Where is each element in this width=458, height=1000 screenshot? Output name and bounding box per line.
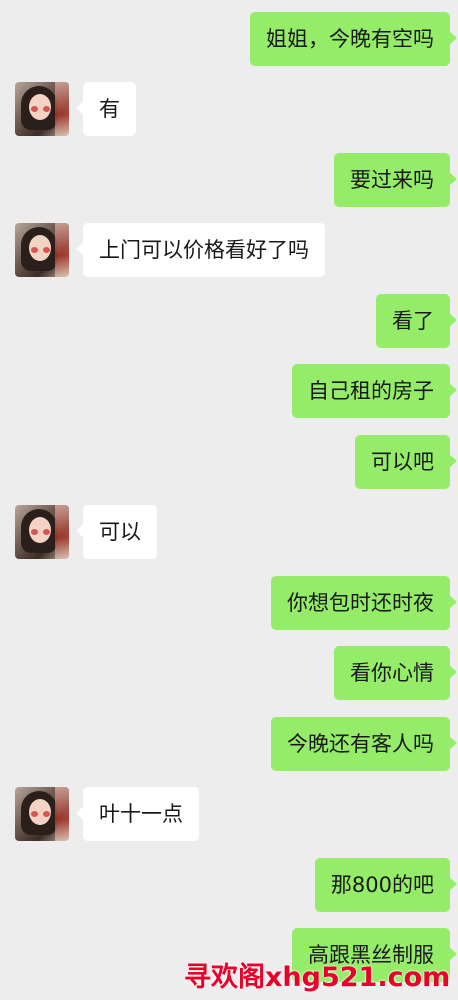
contact-avatar[interactable]: [15, 82, 69, 136]
message-bubble-sent[interactable]: 那800的吧: [314, 858, 458, 912]
message-bubble-sent[interactable]: 姐姐，今晚有空吗: [250, 12, 457, 66]
contact-avatar[interactable]: [15, 505, 69, 559]
message-bubble-sent[interactable]: 看你心情: [334, 646, 457, 700]
message-bubble-sent[interactable]: 要过来吗: [334, 153, 457, 207]
message-bubble-received[interactable]: 叶十一点: [76, 787, 199, 841]
message-bubble-received[interactable]: 可以: [76, 505, 157, 559]
message-bubble-received[interactable]: 有: [76, 82, 136, 136]
chat-area[interactable]: 姐姐，今晚有空吗 有 要过来吗 上门可以价格看好了吗 看了 自己租的房子 可以吧…: [0, 0, 458, 1000]
message-bubble-sent[interactable]: 自己租的房子: [292, 364, 457, 418]
contact-avatar[interactable]: [15, 787, 69, 841]
message-bubble-sent[interactable]: 可以吧: [355, 435, 457, 489]
message-bubble-sent[interactable]: 今晚还有客人吗: [271, 717, 457, 771]
message-bubble-sent[interactable]: 看了: [376, 294, 457, 348]
site-watermark: 寻欢阁xhg521.com: [184, 962, 451, 993]
message-bubble-received[interactable]: 上门可以价格看好了吗: [76, 223, 325, 277]
contact-avatar[interactable]: [15, 223, 69, 277]
message-bubble-sent[interactable]: 你想包时还时夜: [271, 576, 457, 630]
